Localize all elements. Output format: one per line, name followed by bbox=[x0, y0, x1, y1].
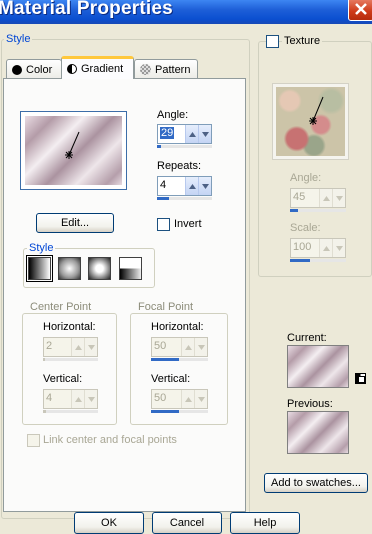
gradient-style-label: Style bbox=[27, 242, 56, 254]
rectangular-gradient-icon[interactable] bbox=[58, 257, 81, 280]
center-vertical-slider[interactable] bbox=[43, 410, 98, 413]
chevron-down-icon bbox=[201, 131, 209, 137]
angle-spinbox[interactable]: 29 bbox=[157, 124, 212, 144]
radial-gradient-icon[interactable] bbox=[119, 257, 142, 280]
texture-angle-handle-icon bbox=[309, 96, 324, 125]
center-horizontal-slider[interactable] bbox=[43, 358, 98, 361]
focal-vertical-value: 50 bbox=[154, 392, 167, 404]
center-vertical-label: Vertical: bbox=[43, 373, 83, 385]
texture-angle-label: Angle: bbox=[290, 172, 322, 184]
chevron-down-icon bbox=[197, 344, 205, 350]
add-to-swatches-button[interactable]: Add to swatches... bbox=[264, 473, 368, 493]
angle-dropdown-button[interactable] bbox=[198, 125, 211, 143]
texture-checkbox[interactable] bbox=[266, 35, 279, 48]
focal-horizontal-slider[interactable] bbox=[151, 358, 208, 361]
chevron-up-icon bbox=[322, 195, 330, 201]
repeats-spinbox[interactable]: 4 bbox=[157, 176, 212, 196]
center-vertical-value: 4 bbox=[46, 392, 53, 404]
texture-angle-value: 45 bbox=[293, 191, 306, 203]
texture-scale-label: Scale: bbox=[290, 222, 321, 234]
center-horizontal-spinbox[interactable]: 2 bbox=[43, 337, 98, 357]
chevron-down-icon bbox=[87, 396, 95, 402]
texture-preview-frame bbox=[272, 83, 349, 160]
previous-label: Previous: bbox=[287, 398, 333, 410]
chevron-up-icon bbox=[322, 245, 330, 251]
center-horizontal-label: Horizontal: bbox=[43, 321, 96, 333]
texture-scale-spinbox[interactable]: 100 bbox=[290, 238, 346, 258]
current-label: Current: bbox=[287, 332, 327, 344]
focal-point-label: Focal Point bbox=[136, 301, 196, 313]
texture-scale-value: 100 bbox=[293, 241, 312, 253]
repeats-up-button[interactable] bbox=[185, 177, 198, 195]
help-label: Help bbox=[253, 517, 277, 529]
center-horizontal-value: 2 bbox=[46, 340, 53, 352]
chevron-down-icon bbox=[335, 245, 343, 251]
texture-angle-slider[interactable] bbox=[290, 209, 346, 212]
chevron-up-icon bbox=[74, 396, 82, 402]
angle-label: Angle: bbox=[157, 109, 189, 121]
angle-handle-icon bbox=[65, 131, 80, 159]
focal-vertical-slider[interactable] bbox=[151, 410, 208, 413]
repeats-dropdown-button[interactable] bbox=[198, 177, 211, 195]
angle-value: 29 bbox=[160, 127, 175, 139]
texture-scale-slider[interactable] bbox=[290, 259, 346, 262]
invert-label: Invert bbox=[174, 218, 202, 230]
chevron-up-icon bbox=[188, 131, 196, 137]
gradient-preview-frame[interactable] bbox=[20, 111, 127, 190]
chevron-up-icon bbox=[184, 396, 192, 402]
edit-gradient-button[interactable]: Edit... bbox=[36, 213, 114, 233]
previous-swatch[interactable] bbox=[287, 411, 349, 454]
focal-vertical-spinbox[interactable]: 50 bbox=[151, 389, 208, 409]
repeats-label: Repeats: bbox=[157, 160, 202, 172]
focal-horizontal-label: Horizontal: bbox=[151, 321, 204, 333]
chevron-up-icon bbox=[188, 183, 196, 189]
focal-horizontal-value: 50 bbox=[154, 340, 167, 352]
chevron-down-icon bbox=[201, 183, 209, 189]
angle-slider[interactable] bbox=[157, 145, 212, 148]
swap-icon[interactable] bbox=[355, 373, 366, 384]
repeats-slider[interactable] bbox=[157, 197, 212, 200]
chevron-up-icon bbox=[184, 344, 192, 350]
current-swatch[interactable] bbox=[287, 345, 349, 388]
sunburst-gradient-icon[interactable] bbox=[88, 257, 111, 280]
texture-label: Texture bbox=[282, 35, 323, 47]
invert-checkbox[interactable] bbox=[157, 218, 170, 231]
focal-vertical-label: Vertical: bbox=[151, 373, 191, 385]
center-vertical-spinbox[interactable]: 4 bbox=[43, 389, 98, 409]
chevron-down-icon bbox=[87, 344, 95, 350]
link-points-label: Link center and focal points bbox=[43, 434, 177, 446]
texture-angle-spinbox[interactable]: 45 bbox=[290, 188, 346, 208]
cancel-label: Cancel bbox=[169, 517, 205, 529]
focal-horizontal-spinbox[interactable]: 50 bbox=[151, 337, 208, 357]
edit-gradient-label: Edit... bbox=[60, 217, 90, 229]
repeats-value: 4 bbox=[160, 179, 167, 191]
chevron-down-icon bbox=[197, 396, 205, 402]
ok-label: OK bbox=[101, 517, 117, 529]
add-to-swatches-label: Add to swatches... bbox=[271, 477, 361, 489]
link-points-checkbox[interactable] bbox=[27, 434, 40, 447]
angle-up-button[interactable] bbox=[185, 125, 198, 143]
center-point-label: Center Point bbox=[28, 301, 94, 313]
linear-gradient-icon[interactable] bbox=[26, 255, 53, 282]
chevron-down-icon bbox=[335, 195, 343, 201]
chevron-up-icon bbox=[74, 344, 82, 350]
